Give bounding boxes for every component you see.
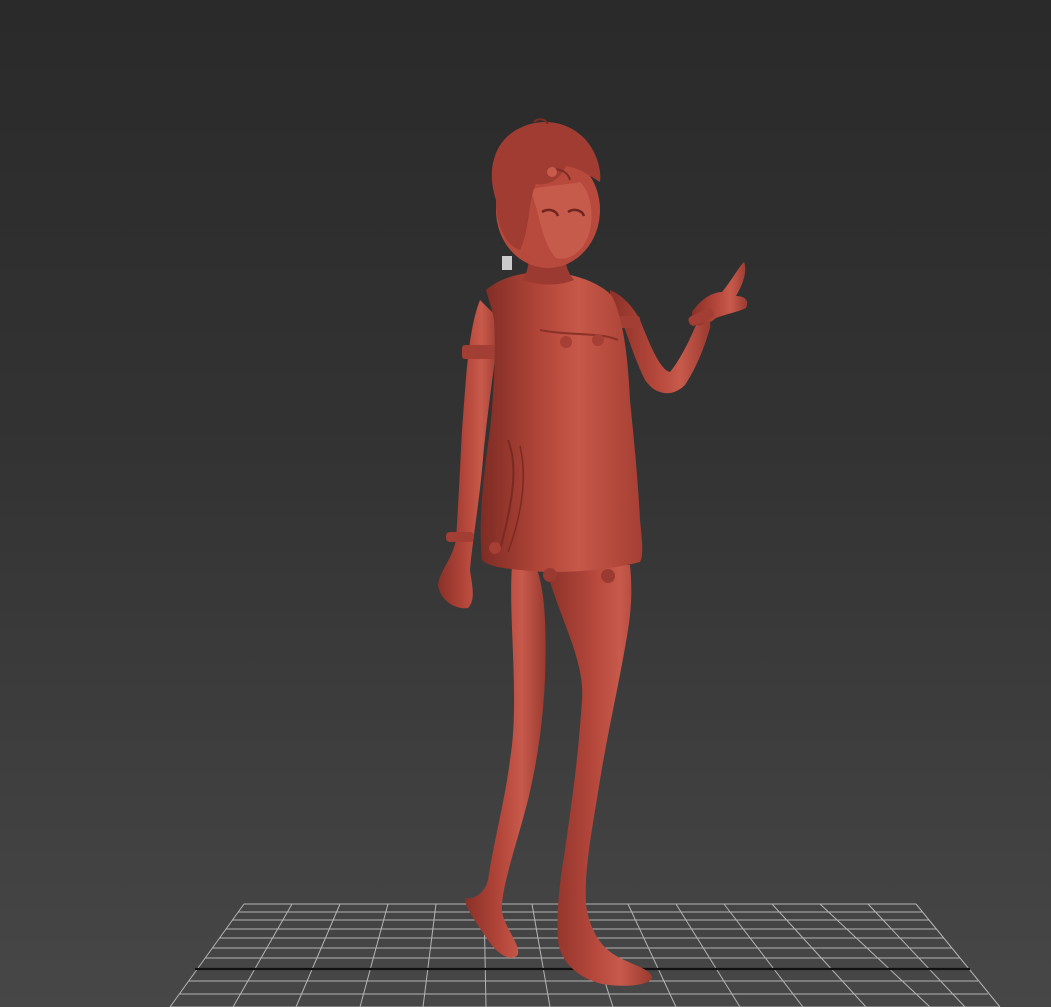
3d-viewport[interactable] [0,0,1051,1007]
model-bracelet-left [446,532,474,542]
model-left-leg [465,565,546,958]
3d-model-icon[interactable] [0,0,1051,1007]
model-right-leg [545,565,652,986]
model-hair-ornament [547,167,557,177]
